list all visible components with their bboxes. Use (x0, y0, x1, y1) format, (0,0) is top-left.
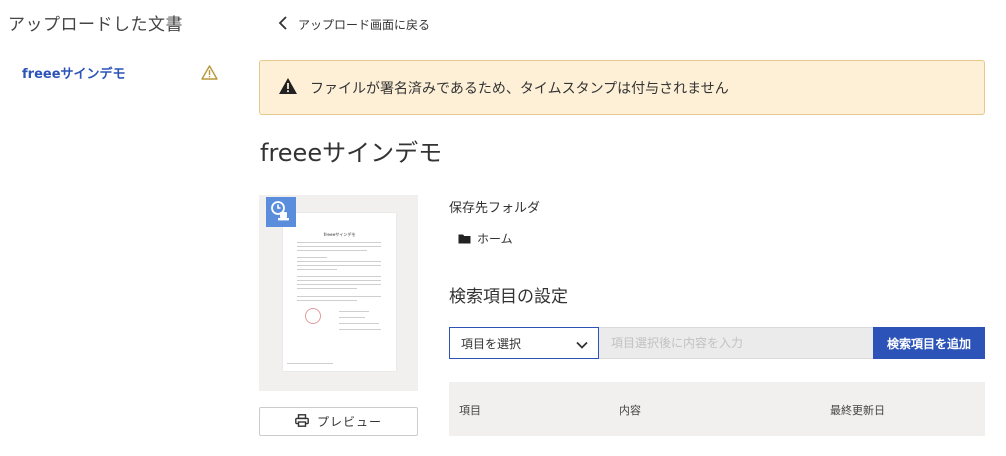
search-items-table-header: 項目 内容 最終更新日 (449, 382, 985, 436)
item-content-input[interactable] (599, 327, 873, 359)
chevron-down-icon (576, 334, 588, 353)
back-link-label: アップロード画面に戻る (298, 17, 431, 32)
document-page-preview: freeeサインデモ (283, 213, 396, 371)
sidebar-item-document[interactable]: freeeサインデモ (22, 62, 218, 82)
sidebar-item-label: freeeサインデモ (22, 66, 126, 82)
warning-icon (278, 77, 298, 99)
chevron-left-icon (278, 15, 288, 34)
column-header-content: 内容 (619, 404, 641, 417)
folder-name: ホーム (477, 231, 513, 246)
back-to-upload-link[interactable]: アップロード画面に戻る (278, 14, 430, 34)
folder-heading: 保存先フォルダ (449, 201, 541, 216)
seal-mark (305, 308, 321, 324)
search-settings-heading: 検索項目の設定 (449, 287, 568, 307)
document-thumbnail[interactable]: freeeサインデモ (259, 195, 418, 391)
item-select-label: 項目を選択 (461, 336, 522, 351)
add-search-item-button[interactable]: 検索項目を追加 (873, 327, 985, 359)
timestamp-warning-alert: ファイルが署名済みであるため、タイムスタンプは付与されません (259, 60, 985, 115)
preview-label: プレビュー (316, 415, 382, 429)
search-item-form: 項目を選択 検索項目を追加 (449, 327, 985, 359)
printer-icon (295, 412, 309, 431)
clock-stamp-icon (271, 201, 289, 221)
column-header-item: 項目 (459, 404, 481, 417)
folder-icon (458, 229, 471, 248)
preview-button[interactable]: プレビュー (259, 407, 418, 436)
folder-home[interactable]: ホーム (458, 229, 513, 247)
timestamp-badge (266, 197, 296, 227)
warning-icon (201, 64, 218, 80)
sidebar-title: アップロードした文書 (8, 15, 183, 35)
alert-message: ファイルが署名済みであるため、タイムスタンプは付与されません (310, 80, 729, 97)
item-select-dropdown[interactable]: 項目を選択 (449, 327, 599, 359)
page-title: freeeサインデモ (260, 139, 443, 167)
thumbnail-heading: freeeサインデモ (323, 232, 356, 237)
column-header-last-updated: 最終更新日 (830, 404, 885, 417)
